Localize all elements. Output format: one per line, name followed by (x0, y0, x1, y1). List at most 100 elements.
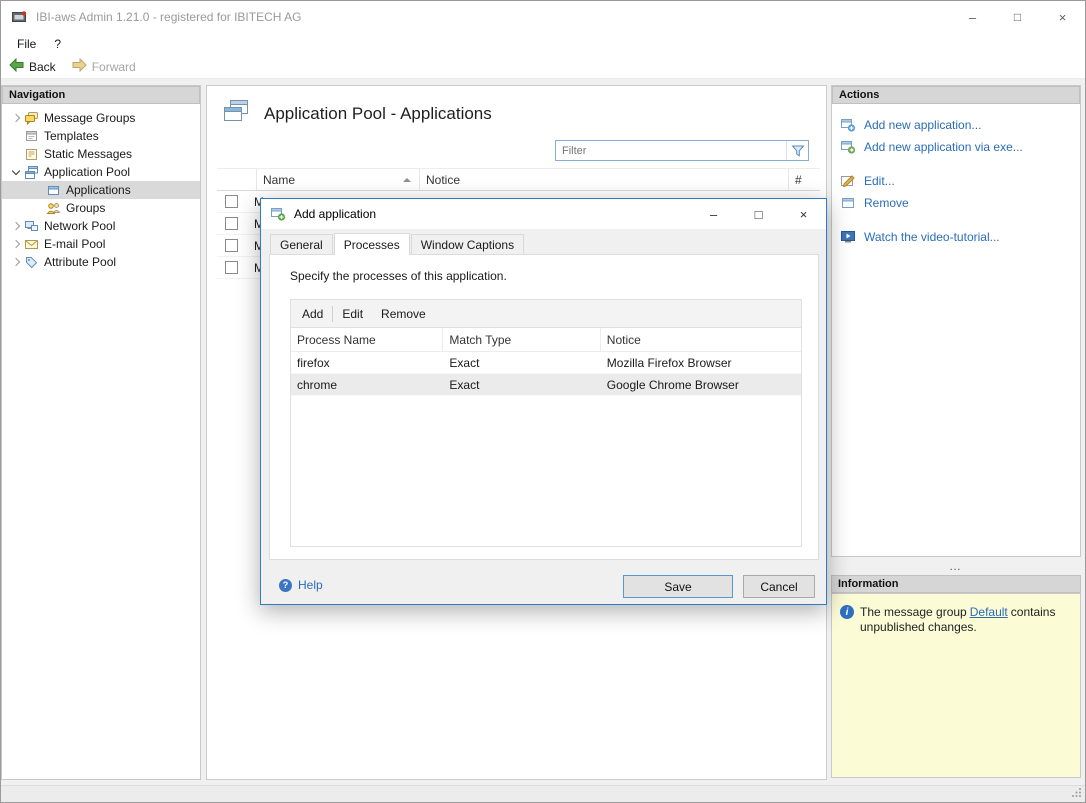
navigation-tree: Message Groups Templates Static Messages… (2, 104, 200, 779)
process-add-button[interactable]: Add (293, 307, 332, 321)
process-remove-button[interactable]: Remove (372, 307, 435, 321)
add-application-exe-icon (840, 139, 856, 155)
column-match-type[interactable]: Match Type (443, 328, 601, 351)
application-pool-icon (24, 165, 39, 180)
tree-item-groups[interactable]: Groups (2, 199, 200, 217)
app-window: IBI-aws Admin 1.21.0 - registered for IB… (0, 0, 1086, 803)
network-pool-icon (24, 219, 39, 234)
chevron-down-icon[interactable] (8, 163, 24, 181)
action-remove[interactable]: Remove (840, 192, 1080, 214)
tree-item-label: Applications (66, 183, 131, 197)
close-icon[interactable]: × (1040, 1, 1085, 33)
column-process-name[interactable]: Process Name (291, 328, 444, 351)
applications-page-icon (221, 97, 251, 130)
help-link[interactable]: ? Help (279, 578, 323, 592)
cancel-button[interactable]: Cancel (743, 575, 815, 598)
dialog-tab-strip: General Processes Window Captions (270, 233, 525, 255)
tree-item-message-groups[interactable]: Message Groups (2, 109, 200, 127)
maximize-icon[interactable]: □ (995, 1, 1040, 33)
row-checkbox[interactable] (225, 239, 238, 252)
action-watch-video-tutorial[interactable]: Watch the video-tutorial... (840, 226, 1080, 248)
chevron-right-icon[interactable] (8, 217, 24, 235)
process-name-cell: chrome (297, 377, 338, 392)
information-header: Information (831, 575, 1081, 593)
notice-cell: Mozilla Firefox Browser (606, 355, 732, 370)
static-messages-icon (24, 147, 39, 162)
chevron-right-icon[interactable] (8, 235, 24, 253)
help-icon: ? (279, 578, 292, 592)
message-groups-icon (24, 111, 39, 126)
tree-item-application-pool[interactable]: Application Pool (2, 163, 200, 181)
page-header: Application Pool - Applications (221, 97, 492, 130)
tab-general[interactable]: General (270, 234, 333, 254)
filter-input[interactable] (556, 144, 786, 157)
filter-funnel-icon[interactable] (786, 141, 808, 160)
tree-item-email-pool[interactable]: E-mail Pool (2, 235, 200, 253)
add-application-dialog-icon (270, 206, 286, 222)
forward-button[interactable]: Forward (64, 56, 144, 78)
process-edit-button[interactable]: Edit (333, 307, 372, 321)
column-notice[interactable]: Notice (420, 169, 789, 190)
forward-label: Forward (91, 59, 136, 74)
action-add-new-application[interactable]: Add new application... (840, 114, 1080, 136)
menu-help[interactable]: ? (45, 33, 70, 55)
tab-processes[interactable]: Processes (333, 233, 410, 255)
tree-item-label: Attribute Pool (44, 255, 117, 269)
window-title: IBI-aws Admin 1.21.0 - registered for IB… (36, 10, 302, 24)
column-count[interactable]: # (789, 169, 820, 190)
dialog-minimize-icon[interactable]: – (691, 199, 736, 229)
tree-item-static-messages[interactable]: Static Messages (2, 145, 200, 163)
panel-splitter[interactable]: … (831, 557, 1081, 575)
tree-item-label: Groups (66, 201, 106, 215)
minimize-icon[interactable]: – (950, 1, 995, 33)
tree-item-applications[interactable]: Applications (2, 181, 200, 199)
row-checkbox[interactable] (225, 217, 238, 230)
action-label: Edit... (864, 174, 895, 188)
action-label: Add new application via exe... (864, 140, 1023, 154)
column-process-notice[interactable]: Notice (601, 333, 801, 347)
match-type-cell: Exact (449, 377, 480, 392)
process-row-firefox[interactable]: firefox Exact Mozilla Firefox Browser (291, 352, 801, 374)
back-arrow-icon (9, 57, 24, 75)
dialog-title-bar: Add application – □ × (261, 199, 826, 229)
dialog-window-controls: – □ × (691, 199, 826, 229)
dialog-title: Add application (294, 207, 377, 221)
tree-item-label: Message Groups (44, 111, 136, 125)
add-application-dialog: Add application – □ × General Processes … (260, 198, 827, 605)
tree-item-label: E-mail Pool (44, 237, 106, 251)
video-tutorial-icon (840, 229, 856, 245)
tree-item-templates[interactable]: Templates (2, 127, 200, 145)
resize-grip-icon[interactable] (1071, 787, 1082, 801)
process-row-chrome[interactable]: chrome Exact Google Chrome Browser (291, 374, 801, 396)
email-pool-icon (24, 237, 39, 252)
action-edit[interactable]: Edit... (840, 170, 1080, 192)
column-notice-label: Notice (426, 172, 461, 187)
dialog-maximize-icon[interactable]: □ (736, 199, 781, 229)
chevron-right-icon[interactable] (8, 253, 24, 271)
add-application-icon (840, 117, 856, 133)
menu-file[interactable]: File (8, 33, 45, 55)
actions-header: Actions (832, 86, 1080, 104)
process-name-cell: firefox (297, 355, 330, 370)
tab-window-captions[interactable]: Window Captions (410, 234, 525, 254)
chevron-right-icon[interactable] (8, 109, 24, 127)
back-button[interactable]: Back (1, 56, 64, 78)
row-checkbox[interactable] (225, 261, 238, 274)
tree-item-attribute-pool[interactable]: Attribute Pool (2, 253, 200, 271)
action-add-new-application-via-exe[interactable]: Add new application via exe... (840, 136, 1080, 158)
status-bar (1, 785, 1085, 802)
save-button[interactable]: Save (623, 575, 733, 598)
column-checkbox[interactable] (217, 169, 257, 190)
column-name[interactable]: Name (257, 169, 420, 190)
match-type-cell: Exact (449, 355, 480, 370)
table-header: Name Notice # (217, 168, 820, 191)
default-message-group-link[interactable]: Default (970, 605, 1008, 619)
actions-list: Add new application... Add new applicati… (832, 104, 1080, 556)
chevron-placeholder (8, 127, 24, 145)
row-checkbox[interactable] (225, 195, 238, 208)
filter-box (555, 140, 809, 161)
page-title: Application Pool - Applications (264, 103, 492, 123)
action-label: Remove (864, 196, 909, 210)
dialog-close-icon[interactable]: × (781, 199, 826, 229)
tree-item-network-pool[interactable]: Network Pool (2, 217, 200, 235)
